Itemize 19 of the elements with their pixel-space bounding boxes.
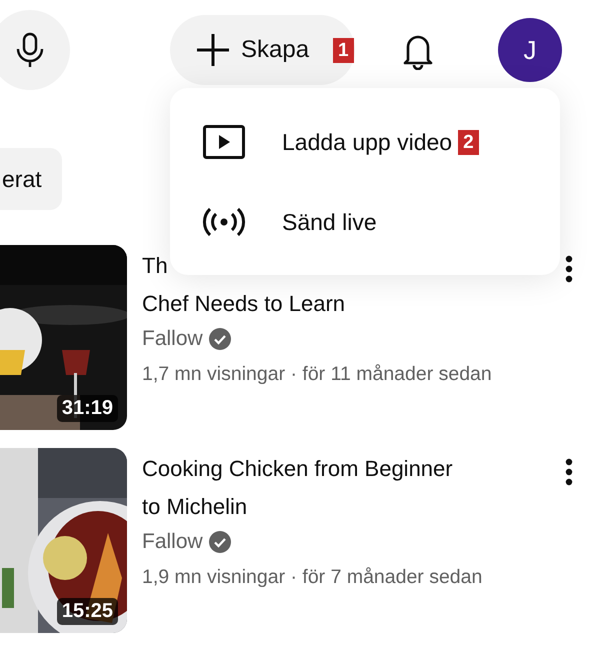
broadcast-icon: [202, 207, 246, 237]
channel-name[interactable]: Fallow: [142, 327, 203, 351]
plus-icon: [195, 32, 231, 68]
video-duration: 31:19: [56, 395, 118, 422]
more-options-icon[interactable]: [565, 458, 573, 486]
video-duration: 15:25: [56, 598, 118, 625]
menu-item[interactable]: Ladda upp video 2: [170, 102, 560, 182]
video-meta: 1,7 mn visningar · för 11 månader sedan: [142, 363, 493, 386]
account-avatar[interactable]: J: [498, 18, 562, 82]
play-box-icon: [202, 125, 246, 159]
more-options-icon[interactable]: [565, 255, 573, 283]
channel-name[interactable]: Fallow: [142, 530, 203, 554]
microphone-icon: [15, 32, 45, 68]
filter-chip[interactable]: erat: [0, 148, 62, 210]
annotation-marker: 1: [333, 38, 354, 63]
video-meta: 1,9 mn visningar · för 7 månader sedan: [142, 566, 484, 589]
menu-item[interactable]: Sänd live: [170, 182, 560, 262]
video-title[interactable]: Cooking Chicken from Beginner to Michelin: [142, 450, 547, 526]
annotation-marker: 2: [458, 130, 479, 154]
